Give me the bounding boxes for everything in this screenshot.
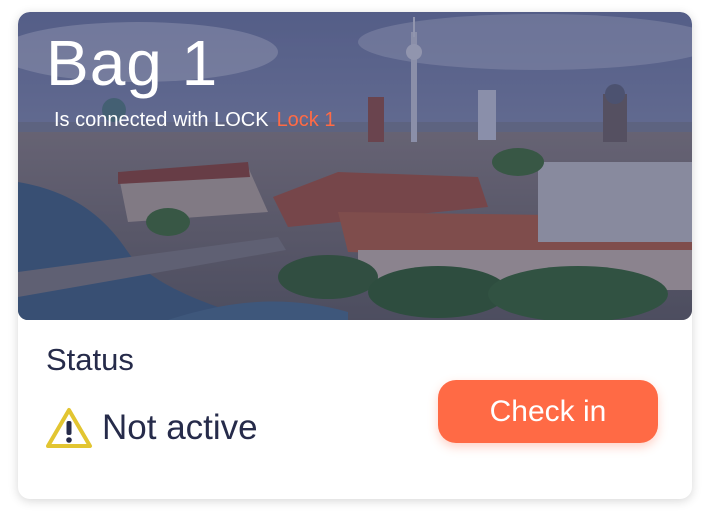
status-label: Status [46,342,134,377]
bag-card: Bag 1 Is connected with LOCK Lock 1 Statu… [18,12,692,499]
lock-link[interactable]: Lock 1 [277,109,336,131]
warning-triangle-icon [46,408,92,448]
status-value: Not active [102,408,258,447]
bag-title: Bag 1 [46,27,219,99]
check-in-button[interactable]: Check in [438,380,658,443]
connection-line: Is connected with LOCK Lock 1 [54,108,336,132]
connection-text: Is connected with LOCK [54,109,269,131]
city-hero-image: Bag 1 Is connected with LOCK Lock 1 [18,12,692,320]
status-row: Not active [45,406,258,450]
